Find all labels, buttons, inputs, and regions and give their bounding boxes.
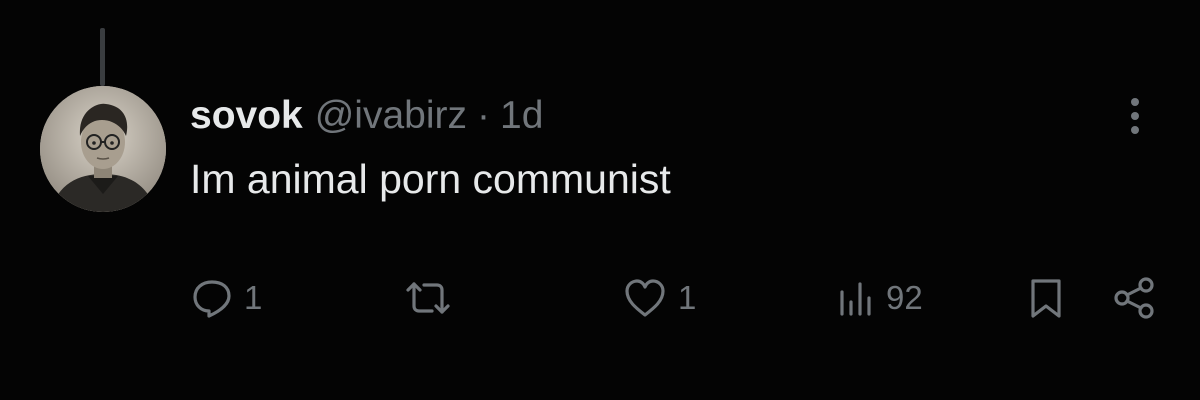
reply-button[interactable]: 1 xyxy=(190,270,262,326)
tweet-header: sovok @ivabirz · 1d xyxy=(190,94,543,142)
thread-connector-line xyxy=(100,28,105,86)
bookmark-icon xyxy=(1031,279,1061,318)
like-count: 1 xyxy=(678,279,697,316)
like-button[interactable]: 1 xyxy=(622,270,696,326)
reply-count: 1 xyxy=(244,279,263,316)
avatar[interactable] xyxy=(40,86,166,212)
bookmark-button[interactable] xyxy=(1026,270,1066,326)
heart-icon xyxy=(625,279,665,317)
more-dot xyxy=(1131,126,1139,134)
tweet-actions-bar: 1 1 92 xyxy=(0,270,1200,326)
share-icon xyxy=(1114,277,1154,319)
views-count: 92 xyxy=(886,279,923,316)
more-dot xyxy=(1131,112,1139,120)
share-button[interactable] xyxy=(1112,270,1158,326)
views-button[interactable]: 92 xyxy=(836,270,923,326)
repost-button[interactable] xyxy=(400,270,466,326)
avatar-portrait-image xyxy=(40,86,166,212)
tweet-text: Im animal porn communist xyxy=(190,156,671,202)
views-bar-chart-icon xyxy=(840,282,871,316)
repost-icon xyxy=(406,282,450,314)
timestamp[interactable]: 1d xyxy=(500,94,543,138)
more-options-icon[interactable] xyxy=(1120,94,1150,138)
display-name[interactable]: sovok xyxy=(190,94,303,138)
more-dot xyxy=(1131,98,1139,106)
reply-icon xyxy=(193,280,231,318)
tweet-card[interactable]: sovok @ivabirz · 1d Im animal porn commu… xyxy=(0,0,1200,400)
user-handle[interactable]: @ivabirz xyxy=(315,94,467,138)
header-separator: · xyxy=(477,94,491,137)
